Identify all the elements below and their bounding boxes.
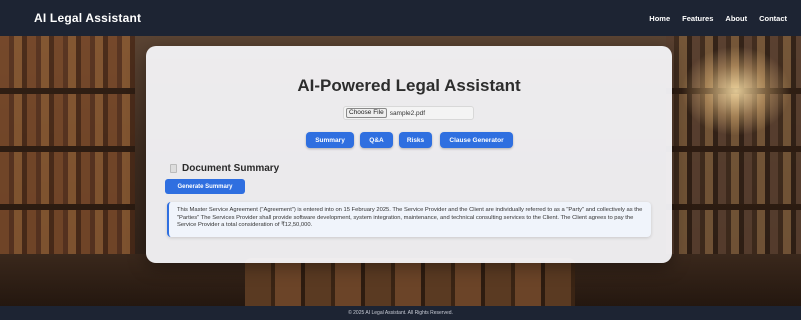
left-bookshelf	[0, 36, 135, 266]
nav-contact-link[interactable]: Contact	[759, 14, 787, 23]
nav-links: Home Features About Contact	[649, 14, 787, 23]
nav-features-link[interactable]: Features	[682, 14, 713, 23]
footer: © 2025 AI Legal Assistant. All Rights Re…	[0, 306, 801, 320]
choose-file-button[interactable]: Choose File	[346, 108, 387, 118]
brand-logo[interactable]: AI Legal Assistant	[34, 11, 141, 25]
top-navbar: AI Legal Assistant Home Features About C…	[0, 0, 801, 36]
section-header: Document Summary	[170, 163, 279, 174]
main-card: AI-Powered Legal Assistant Choose File s…	[146, 46, 672, 263]
nav-about-link[interactable]: About	[725, 14, 747, 23]
lamp-glow	[681, 46, 791, 136]
tab-qa[interactable]: Q&A	[360, 132, 393, 148]
tab-risks[interactable]: Risks	[399, 132, 432, 148]
file-upload-field[interactable]: Choose File sample2.pdf	[343, 106, 474, 120]
document-icon	[170, 164, 177, 173]
section-title: Document Summary	[182, 163, 280, 174]
selected-file-name: sample2.pdf	[389, 109, 426, 117]
tab-summary[interactable]: Summary	[306, 132, 354, 148]
nav-home-link[interactable]: Home	[649, 14, 670, 23]
feature-tabs: Summary Q&A Risks Clause Generator	[146, 132, 672, 148]
page-title: AI-Powered Legal Assistant	[297, 76, 521, 95]
law-books	[245, 258, 575, 306]
summary-output: This Master Service Agreement ("Agreemen…	[167, 202, 651, 237]
generate-summary-button[interactable]: Generate Summary	[165, 179, 245, 194]
tab-clause-generator[interactable]: Clause Generator	[440, 132, 513, 148]
